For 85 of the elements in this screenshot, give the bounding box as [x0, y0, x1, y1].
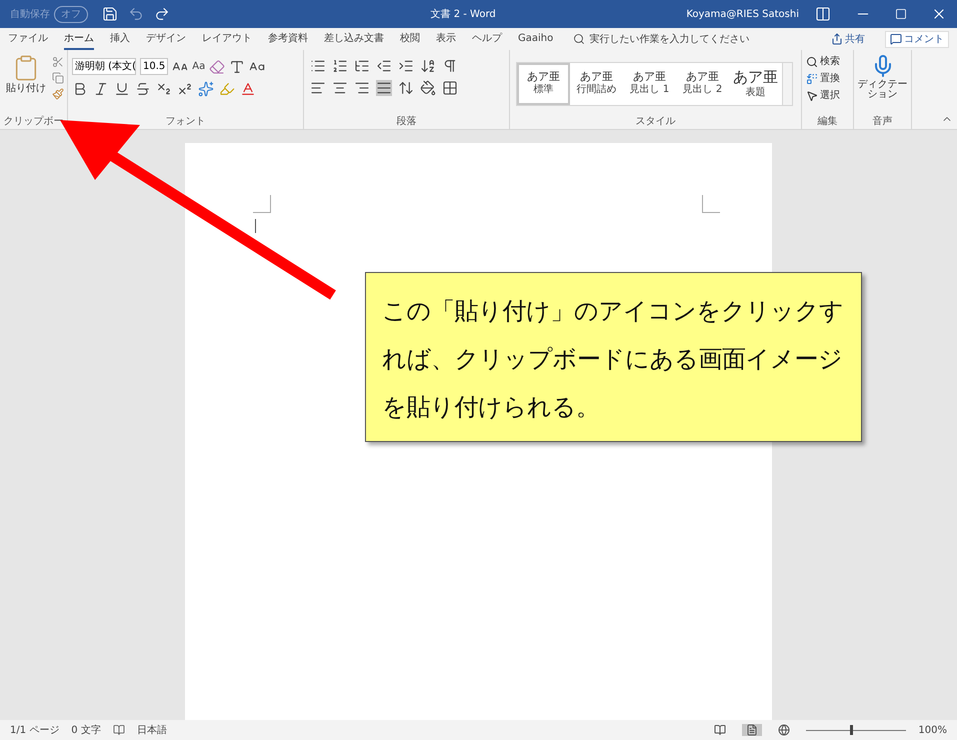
restore-icon[interactable] — [895, 8, 907, 20]
save-icon[interactable] — [102, 6, 118, 22]
italic-icon[interactable] — [93, 81, 109, 97]
group-label: 編集 — [816, 117, 838, 129]
style-item[interactable]: あア亜 標準 — [517, 62, 570, 104]
replace-icon — [806, 72, 818, 84]
share-button[interactable]: 共有 — [827, 32, 869, 46]
underline-icon[interactable] — [114, 81, 130, 97]
pointer-icon — [806, 90, 818, 102]
callout-text: この「貼り付け」のアイコンをクリックすれば、クリップボードにある画面イメージを貼り付けられる。 — [382, 296, 844, 423]
ribbon-tab[interactable]: 参考資料 — [268, 28, 308, 50]
read-view-icon — [714, 724, 726, 736]
replace-button[interactable]: 置換 — [806, 71, 849, 86]
proofing-icon[interactable] — [112, 724, 125, 736]
align-center-icon[interactable] — [332, 80, 348, 96]
comment-button[interactable]: コメント — [885, 30, 949, 48]
tell-me-field[interactable]: 実行したい作業を入力してください — [573, 32, 780, 46]
subscript-icon[interactable] — [156, 81, 172, 97]
language: 日本語 — [136, 724, 167, 738]
borders-icon[interactable] — [442, 80, 458, 96]
gallery-scrollbar[interactable] — [782, 62, 792, 104]
user-name: Koyama@RIES Satoshi — [686, 8, 799, 22]
group-label: 段落 — [396, 117, 418, 129]
ribbon-tab[interactable]: 差し込み文書 — [324, 28, 384, 50]
strikethrough-icon[interactable] — [135, 81, 151, 97]
dictate-button[interactable]: ディクテーション — [856, 54, 908, 117]
select-button[interactable]: 選択 — [806, 88, 849, 103]
redo-icon[interactable] — [154, 6, 170, 22]
style-item[interactable]: あア亜 行間詰め — [570, 62, 623, 104]
autosave-label: 自動保存 — [10, 8, 50, 22]
align-right-icon[interactable] — [354, 80, 370, 96]
text-effect-icon[interactable] — [198, 81, 214, 97]
sort-icon[interactable] — [420, 58, 436, 74]
ribbon-display-icon[interactable] — [815, 6, 831, 22]
cut-icon[interactable] — [52, 56, 64, 68]
group-label: クリップボー — [2, 117, 64, 129]
ribbon-tab[interactable]: ファイル — [8, 28, 48, 50]
ribbon-tab[interactable]: 挿入 — [110, 28, 130, 50]
search-icon — [573, 33, 586, 45]
ribbon-tab[interactable]: ヘルプ — [472, 28, 502, 50]
format-painter-icon[interactable] — [52, 88, 64, 100]
margin-mark — [702, 195, 720, 213]
search-icon — [806, 56, 818, 68]
share-icon — [831, 33, 843, 45]
group-label: スタイル — [634, 117, 676, 129]
word-count: 0 文字 — [71, 724, 101, 738]
pilcrow-icon[interactable] — [442, 58, 458, 74]
align-left-icon[interactable] — [310, 80, 326, 96]
font-size-field[interactable]: 10.5 — [140, 58, 168, 75]
print-view-icon — [746, 724, 758, 736]
multilevel-list-icon[interactable] — [354, 58, 370, 74]
ribbon-tab[interactable]: レイアウト — [202, 28, 252, 50]
zoom-thumb[interactable] — [850, 725, 854, 735]
shading-icon[interactable] — [420, 80, 436, 96]
ribbon-tab[interactable]: Gaaiho — [518, 28, 554, 50]
ribbon-tab[interactable]: デザイン — [146, 28, 186, 50]
style-item[interactable]: あア亜 見出し 1 — [623, 62, 676, 104]
font-color-icon[interactable] — [240, 81, 256, 97]
superscript-icon[interactable] — [177, 81, 193, 97]
font-name-field[interactable]: 游明朝 (本文( — [72, 58, 136, 75]
copy-icon[interactable] — [52, 72, 64, 84]
change-case-button[interactable]: Aa — [192, 59, 206, 74]
page-count: 1/1 ページ — [10, 724, 60, 738]
line-spacing-icon[interactable] — [398, 80, 414, 96]
find-button[interactable]: 検索 — [806, 54, 849, 69]
web-view-icon — [778, 724, 790, 736]
window-title: 文書 2 - Word — [430, 8, 496, 22]
numbering-icon[interactable] — [332, 58, 348, 74]
group-label: 音声 — [872, 117, 894, 129]
undo-icon[interactable] — [128, 6, 144, 22]
decrease-indent-icon[interactable] — [376, 58, 392, 74]
group-label: フォント — [164, 117, 206, 129]
style-item[interactable]: あア亜 見出し 2 — [676, 62, 729, 104]
style-item[interactable]: あア亜 表題 — [729, 62, 782, 104]
view-button[interactable] — [742, 724, 762, 736]
ribbon-tab[interactable]: 校閲 — [400, 28, 420, 50]
margin-mark — [253, 195, 271, 213]
comment-icon — [890, 33, 902, 45]
increase-indent-icon[interactable] — [398, 58, 414, 74]
justify-icon[interactable] — [376, 80, 392, 96]
zoom-level: 100% — [918, 724, 947, 738]
paste-button[interactable]: 貼り付け — [6, 54, 46, 117]
text-cursor — [255, 219, 256, 233]
zoom-slider[interactable] — [806, 725, 906, 735]
ribbon-tab[interactable]: 表示 — [436, 28, 456, 50]
